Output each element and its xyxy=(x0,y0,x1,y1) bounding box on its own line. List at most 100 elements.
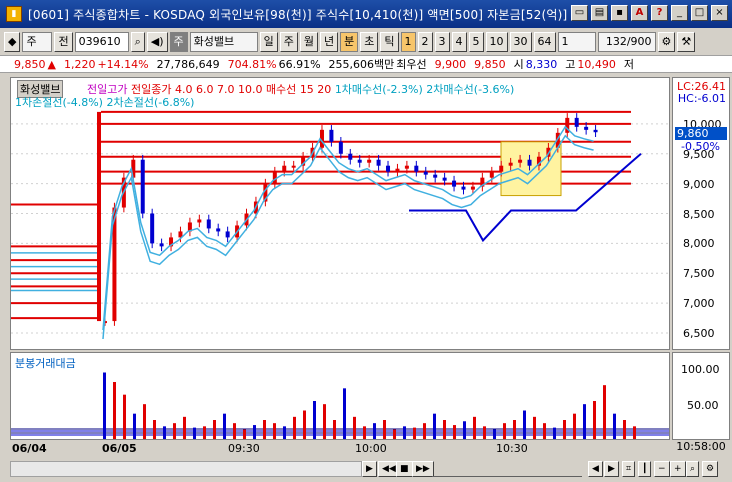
open-label: 시 xyxy=(513,58,524,71)
volume-bar xyxy=(553,427,556,439)
candle-body xyxy=(282,165,287,172)
close-icon[interactable]: × xyxy=(711,5,728,21)
volume-bar xyxy=(283,426,286,439)
type-select[interactable]: 주 xyxy=(22,32,53,52)
code-input[interactable]: 039610 xyxy=(74,32,129,52)
minute-64[interactable]: 64 xyxy=(533,32,556,52)
font-icon[interactable]: A xyxy=(631,5,648,21)
high-label: 고 xyxy=(565,58,576,71)
volume-chart-svg xyxy=(11,372,669,439)
speed-slider[interactable] xyxy=(432,461,582,477)
candle-body xyxy=(470,186,475,190)
stock-name: 화성밸브 xyxy=(189,32,258,52)
forward-icon[interactable]: ▶▶ xyxy=(412,461,434,477)
legend-line4: 2차손절선(-6.8%) xyxy=(106,96,195,109)
volume-bar xyxy=(173,423,176,439)
volume-bar xyxy=(393,429,396,439)
time-1030: 10:30 xyxy=(496,442,528,455)
candle-body xyxy=(508,162,513,166)
horizontal-scrollbar[interactable] xyxy=(10,461,362,477)
time-0930: 09:30 xyxy=(228,442,260,455)
volume-bar xyxy=(263,420,266,439)
candle-body xyxy=(386,165,391,172)
period-second[interactable]: 초 xyxy=(360,32,379,52)
speaker-icon[interactable]: ◀) xyxy=(146,32,168,52)
minute-1[interactable]: 1 xyxy=(400,32,416,52)
tools-icon[interactable]: ⚒ xyxy=(677,32,696,52)
before-label[interactable]: 전 xyxy=(54,32,73,52)
volume-bar xyxy=(413,427,416,439)
volume-bar xyxy=(483,426,486,439)
price-tick: 6,500 xyxy=(683,327,715,341)
period-week[interactable]: 주 xyxy=(279,32,298,52)
settings-icon[interactable]: ⚙ xyxy=(657,32,676,52)
price-chart[interactable]: 화성밸브 전일고가 전일종가 4.0 6.0 7.0 10.0 매수선 15 2… xyxy=(10,77,670,350)
candle-body xyxy=(206,219,211,229)
zoom-in-icon[interactable]: + xyxy=(670,461,686,477)
hc-label: HC:-6.01 xyxy=(677,92,726,105)
scroll-right2-icon[interactable]: ▶ xyxy=(604,461,619,477)
date-0604: 06/04 xyxy=(12,442,47,455)
minute-4[interactable]: 4 xyxy=(451,32,467,52)
candle-body xyxy=(197,219,202,223)
volume-bar xyxy=(293,416,296,439)
right-time: 10:58:00 xyxy=(676,440,726,453)
candle-body xyxy=(216,228,221,232)
minimize-icon[interactable]: _ xyxy=(671,5,688,21)
settings-bottom-icon[interactable]: ⚙ xyxy=(702,461,719,477)
price-tick: 9,000 xyxy=(683,177,715,191)
layout-icon[interactable]: ▭ xyxy=(571,5,588,21)
candle-body xyxy=(329,129,334,142)
volume-chart[interactable]: 분봉거래대금 xyxy=(10,352,670,440)
split-icon[interactable]: ▤ xyxy=(591,5,608,21)
price-tick: 8,500 xyxy=(683,207,715,221)
candle-body xyxy=(376,159,381,166)
minute-2[interactable]: 2 xyxy=(417,32,433,52)
ask: 9,900 xyxy=(434,57,467,71)
minute-5[interactable]: 5 xyxy=(468,32,484,52)
minute-10[interactable]: 10 xyxy=(485,32,508,52)
minute-3[interactable]: 3 xyxy=(434,32,450,52)
title-bar: ▮ [0601] 주식종합차트 - KOSDAQ 외국인보유[98(천)] 주식… xyxy=(0,0,732,28)
search-chart-icon[interactable]: ⌕ xyxy=(686,461,700,477)
window-buttons: ▭ ▤ ▪ A ? _ □ × xyxy=(571,5,728,21)
volume-bar xyxy=(133,413,136,439)
flag-icon[interactable]: ▪ xyxy=(611,5,628,21)
search-icon[interactable]: ⌕ xyxy=(130,32,145,52)
candle-body xyxy=(499,165,504,172)
candle-body xyxy=(367,159,372,163)
volume-label: 분봉거래대금 xyxy=(15,357,76,370)
menu-grip-icon[interactable]: ◆ xyxy=(4,32,21,52)
candle-body xyxy=(414,165,419,172)
volume-bar xyxy=(333,420,336,439)
page-display[interactable]: 132/900 xyxy=(597,32,656,52)
legend-line3: 1차손절선(-4.8%) xyxy=(15,96,103,109)
candle-icon[interactable]: ┃ xyxy=(638,461,652,477)
stop-icon[interactable]: ■ xyxy=(396,461,413,477)
period-tick[interactable]: 틱 xyxy=(380,32,399,52)
scroll-right-icon[interactable]: ▶ xyxy=(362,461,377,477)
candle-body xyxy=(348,153,353,160)
volume-bar xyxy=(243,429,246,439)
count-select[interactable]: 1 xyxy=(557,32,596,52)
volume-bar xyxy=(533,416,536,439)
maximize-icon[interactable]: □ xyxy=(691,5,708,21)
candle-body xyxy=(404,165,409,169)
candle-body xyxy=(461,186,466,190)
volume-bar xyxy=(383,420,386,439)
volume-bar xyxy=(513,420,516,439)
period-year[interactable]: 년 xyxy=(320,32,339,52)
period-minute[interactable]: 분 xyxy=(340,32,359,52)
volume-bar xyxy=(103,372,106,439)
volume-bar xyxy=(163,426,166,439)
volume-bar xyxy=(453,425,456,439)
chart-type-icon[interactable]: ⌗ xyxy=(622,461,636,477)
help-icon[interactable]: ? xyxy=(651,5,668,21)
period-month[interactable]: 월 xyxy=(299,32,319,52)
volume-bar xyxy=(503,423,506,439)
scroll-left-icon[interactable]: ◀ xyxy=(588,461,603,477)
change: 1,220 xyxy=(63,57,96,71)
minute-30[interactable]: 30 xyxy=(509,32,532,52)
period-day[interactable]: 일 xyxy=(259,32,278,52)
zoom-out-icon[interactable]: − xyxy=(654,461,670,477)
